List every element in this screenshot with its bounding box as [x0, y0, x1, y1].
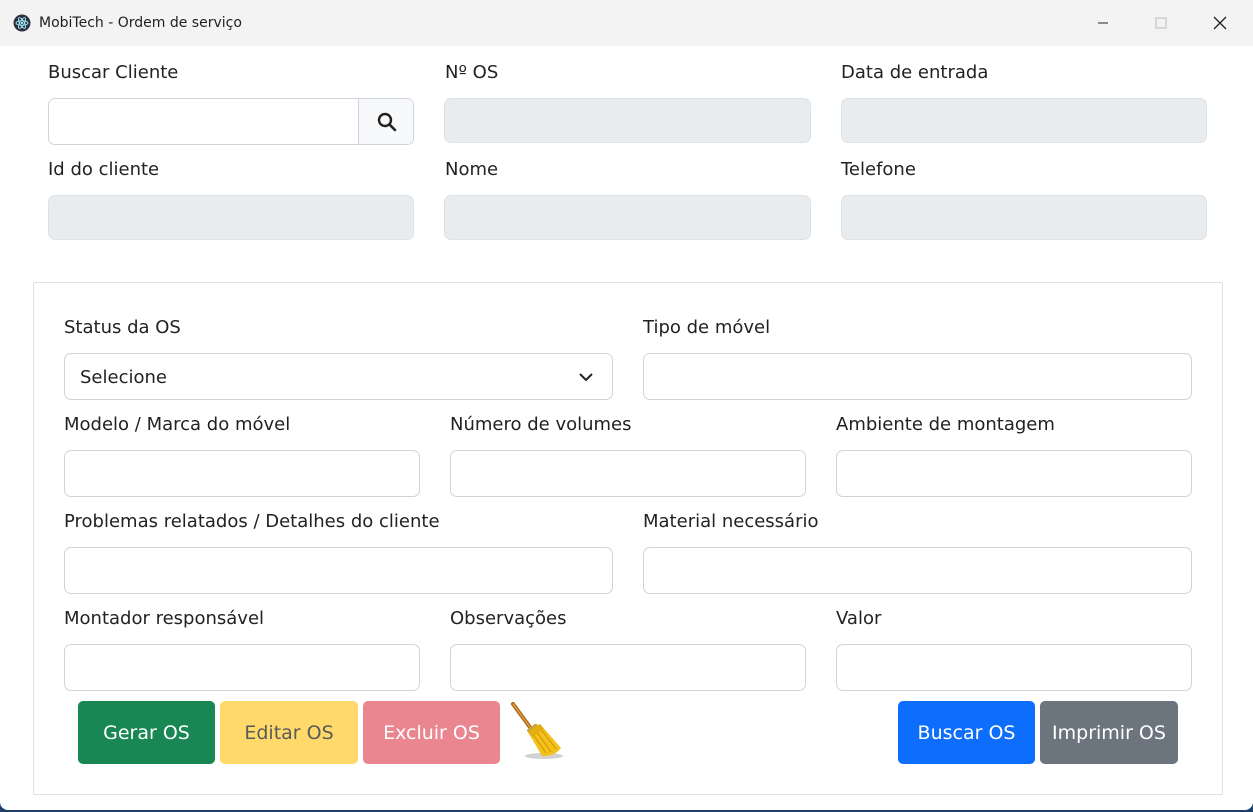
material-label: Material necessário — [643, 511, 819, 532]
furniture-type-input[interactable] — [643, 353, 1192, 400]
edit-os-button[interactable]: Editar OS — [220, 701, 358, 764]
material-input[interactable] — [643, 547, 1192, 594]
status-select[interactable]: Selecione — [64, 353, 613, 400]
entry-date-label: Data de entrada — [841, 62, 989, 83]
window-title: MobiTech - Ordem de serviço — [39, 15, 242, 31]
value-input[interactable] — [836, 644, 1192, 691]
maximize-icon — [1155, 17, 1167, 29]
minimize-icon — [1098, 22, 1108, 24]
assembler-label: Montador responsável — [64, 608, 265, 629]
client-id-label: Id do cliente — [48, 159, 160, 180]
search-os-button[interactable]: Buscar OS — [898, 701, 1035, 764]
app-window: MobiTech - Ordem de serviço Buscar Clien… — [0, 0, 1253, 810]
value-label: Valor — [836, 608, 882, 629]
volumes-label: Número de volumes — [450, 414, 632, 435]
entry-date-field — [841, 98, 1207, 143]
problems-input[interactable] — [64, 547, 613, 594]
assembler-input[interactable] — [64, 644, 420, 691]
status-selected-value: Selecione — [80, 367, 167, 388]
print-os-button[interactable]: Imprimir OS — [1040, 701, 1178, 764]
client-name-label: Nome — [445, 159, 499, 180]
title-bar: MobiTech - Ordem de serviço — [0, 0, 1253, 46]
room-input[interactable] — [836, 450, 1192, 497]
search-client-button[interactable] — [358, 99, 413, 144]
search-client-input[interactable] — [49, 99, 358, 144]
search-icon — [377, 112, 396, 131]
os-number-field — [444, 98, 811, 143]
minimize-button[interactable] — [1073, 0, 1133, 46]
notes-input[interactable] — [450, 644, 806, 691]
electron-atom-icon — [13, 14, 31, 32]
search-client-group — [48, 98, 414, 145]
furniture-type-label: Tipo de móvel — [643, 317, 771, 338]
status-label: Status da OS — [64, 317, 181, 338]
volumes-input[interactable] — [450, 450, 806, 497]
model-input[interactable] — [64, 450, 420, 497]
maximize-button[interactable] — [1131, 0, 1191, 46]
notes-label: Observações — [450, 608, 567, 629]
close-button[interactable] — [1190, 0, 1250, 46]
room-label: Ambiente de montagem — [836, 414, 1055, 435]
problems-label: Problemas relatados / Detalhes do client… — [64, 511, 440, 532]
broom-icon[interactable] — [506, 700, 568, 762]
search-client-label: Buscar Cliente — [48, 62, 179, 83]
model-label: Modelo / Marca do móvel — [64, 414, 291, 435]
client-phone-field — [841, 195, 1207, 240]
generate-os-button[interactable]: Gerar OS — [78, 701, 215, 764]
delete-os-button[interactable]: Excluir OS — [363, 701, 500, 764]
client-phone-label: Telefone — [841, 159, 916, 180]
client-id-field — [48, 195, 414, 240]
os-number-label: Nº OS — [445, 62, 499, 83]
chevron-down-icon — [579, 373, 593, 382]
close-icon — [1213, 16, 1227, 30]
client-name-field — [444, 195, 811, 240]
